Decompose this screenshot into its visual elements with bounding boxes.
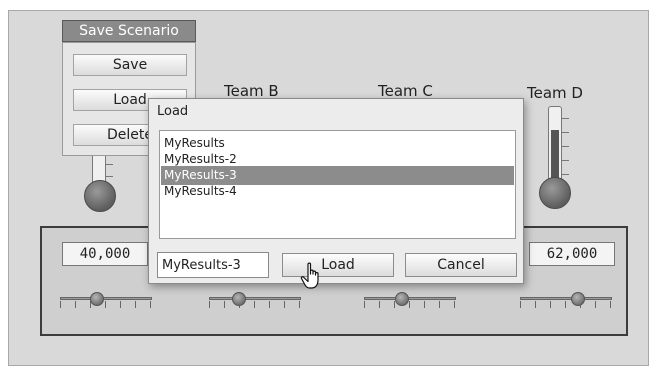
slider-knob[interactable] — [232, 292, 247, 306]
slider-tick — [209, 301, 210, 308]
file-list-item[interactable]: MyResults-4 — [161, 182, 514, 201]
dialog-title: Load — [157, 104, 189, 119]
slider-tick — [520, 301, 521, 308]
slider-tick — [224, 301, 225, 308]
thermometer-tick — [562, 160, 569, 161]
team-d-label: Team D — [527, 84, 583, 102]
file-list[interactable]: MyResults MyResults-2 MyResults-3 MyResu… — [159, 130, 516, 239]
slider-tick — [535, 301, 536, 308]
filename-input[interactable] — [157, 252, 269, 278]
slider-tick — [364, 301, 365, 308]
slider-knob[interactable] — [570, 292, 585, 306]
slider-knob[interactable] — [89, 292, 104, 306]
hand-pointer-icon — [300, 262, 319, 289]
slider-tick — [550, 301, 551, 308]
slider-team-a[interactable] — [60, 292, 152, 312]
slider-tick — [150, 301, 151, 308]
thermometer-tick — [562, 174, 569, 175]
save-button[interactable]: Save — [73, 54, 187, 76]
slider-team-d[interactable] — [520, 292, 612, 312]
thermometer-bulb — [84, 180, 116, 212]
slider-tick — [254, 301, 255, 308]
slider-tick — [565, 301, 566, 308]
thermometer-bulb — [539, 177, 571, 209]
slider-tick — [379, 301, 380, 308]
slider-track[interactable] — [520, 297, 612, 300]
slider-tick — [269, 301, 270, 308]
slider-tick — [75, 301, 76, 308]
cancel-button[interactable]: Cancel — [405, 253, 517, 277]
value-field-team-a[interactable]: 40,000 — [62, 242, 148, 266]
slider-team-b[interactable] — [209, 292, 301, 312]
thermometer-tick — [106, 176, 113, 177]
slider-tick — [595, 301, 596, 308]
slider-tick — [120, 301, 121, 308]
slider-track[interactable] — [209, 297, 301, 300]
slider-tick — [299, 301, 300, 308]
load-button[interactable]: Load — [282, 253, 394, 277]
load-dialog: Load MyResults MyResults-2 MyResults-3 M… — [148, 98, 524, 284]
slider-tick — [105, 301, 106, 308]
slider-team-c[interactable] — [364, 292, 456, 312]
slider-knob[interactable] — [395, 292, 410, 306]
slider-tick — [424, 301, 425, 308]
slider-track[interactable] — [60, 297, 152, 300]
value-field-team-d[interactable]: 62,000 — [529, 242, 615, 266]
slider-tick — [409, 301, 410, 308]
thermometer-tick — [562, 146, 569, 147]
save-scenario-menu-title[interactable]: Save Scenario — [62, 20, 196, 42]
thermometer-tick — [562, 118, 569, 119]
thermometer-tick — [562, 132, 569, 133]
slider-tick — [60, 301, 61, 308]
slider-tick — [610, 301, 611, 308]
slider-tick — [439, 301, 440, 308]
slider-tick — [284, 301, 285, 308]
thermometer-tick — [106, 164, 113, 165]
slider-tick — [454, 301, 455, 308]
slider-tick — [135, 301, 136, 308]
thermometer-tube — [548, 106, 562, 186]
slider-track[interactable] — [364, 297, 456, 300]
